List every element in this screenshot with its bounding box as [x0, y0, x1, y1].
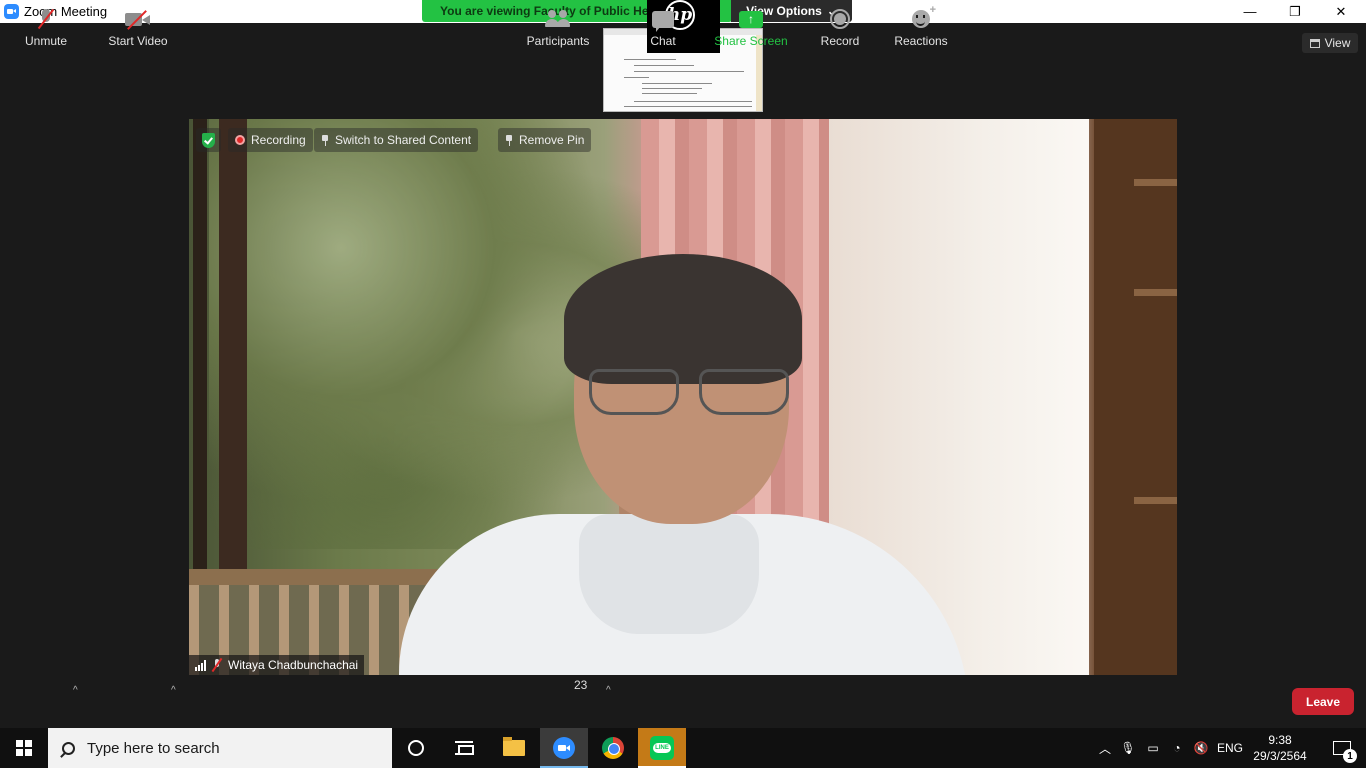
chrome-icon [602, 737, 624, 759]
clock-date: 29/3/2564 [1253, 749, 1307, 763]
chat-label: Chat [650, 34, 676, 48]
cortana-circle-icon [408, 740, 424, 756]
participant-name: Witaya Chadbunchachai [228, 658, 359, 672]
task-view-icon [455, 741, 474, 755]
chevron-up-icon: ︿ [1098, 741, 1111, 756]
show-hidden-icons-button[interactable]: ︿ [1094, 728, 1116, 768]
video-off-icon [125, 10, 151, 28]
audio-options-caret-icon[interactable]: ^ [73, 685, 78, 696]
remove-pin-button[interactable]: Remove Pin [498, 128, 592, 152]
pin-icon [321, 134, 329, 146]
recording-indicator[interactable]: Recording [228, 128, 313, 152]
recording-label: Recording [251, 133, 306, 147]
cortana-button[interactable] [392, 728, 440, 768]
notification-count: 1 [1343, 749, 1357, 763]
clock-time: 9:38 [1268, 733, 1292, 747]
close-button[interactable]: ✕ [1318, 0, 1364, 23]
switch-to-shared-content-button[interactable]: Switch to Shared Content [314, 128, 479, 152]
mic-muted-icon [212, 659, 222, 671]
chat-bubble-icon [652, 10, 674, 32]
meeting-toolbar [0, 676, 1366, 728]
record-icon [830, 9, 850, 29]
action-center-button[interactable]: 1 [1318, 728, 1366, 768]
participants-button[interactable]: Participants [522, 4, 594, 50]
zoom-logo-icon [4, 4, 19, 19]
zoom-app[interactable] [540, 728, 588, 768]
video-options-caret-icon[interactable]: ^ [171, 685, 176, 696]
pin-icon [505, 134, 513, 146]
volume-muted-icon[interactable]: 🔇 [1190, 728, 1212, 768]
zoom-app-icon [553, 737, 575, 759]
task-view-button[interactable] [440, 728, 488, 768]
encryption-shield[interactable] [196, 128, 221, 152]
search-icon [62, 741, 75, 755]
remove-pin-label: Remove Pin [519, 133, 585, 147]
view-layout-button[interactable]: View [1302, 33, 1358, 53]
glasses [589, 369, 679, 415]
windows-logo-icon [16, 740, 32, 756]
start-video-button[interactable]: Start Video [104, 4, 172, 50]
gallery-view-icon [1309, 38, 1320, 48]
file-explorer-app[interactable] [490, 728, 538, 768]
recording-dot-icon [235, 135, 245, 145]
microphone-muted-icon [39, 9, 53, 29]
share-screen-button[interactable]: ↑ Share Screen [712, 4, 790, 50]
switch-label: Switch to Shared Content [335, 133, 472, 147]
taskbar-search-box[interactable]: Type here to search [48, 728, 392, 768]
leave-button[interactable]: Leave [1292, 688, 1354, 715]
record-label: Record [820, 34, 860, 48]
unmute-button[interactable]: Unmute [18, 4, 74, 50]
active-speaker-video [189, 119, 1177, 675]
signal-strength-icon [195, 659, 206, 671]
line-app[interactable]: LINE [638, 728, 686, 768]
zoom-window: Zoom Meeting — ❐ ✕ You are viewing Facul… [0, 0, 1366, 768]
chrome-app[interactable] [589, 728, 637, 768]
share-screen-label: Share Screen [714, 34, 788, 48]
taskbar-clock[interactable]: 9:38 29/3/2564 [1248, 732, 1312, 764]
shield-icon [202, 132, 215, 148]
folder-icon [503, 737, 525, 756]
notification-icon: 1 [1333, 741, 1357, 763]
participant-name-tag: Witaya Chadbunchachai [189, 655, 365, 675]
reactions-button[interactable]: + Reactions [892, 4, 950, 50]
input-language[interactable]: ENG [1214, 728, 1246, 768]
participants-label: Participants [526, 34, 590, 48]
minimize-button[interactable]: — [1227, 0, 1273, 23]
smiley-reaction-icon: + [912, 4, 936, 28]
chat-button[interactable]: Chat [640, 4, 686, 50]
line-app-icon: LINE [650, 736, 674, 760]
battery-icon[interactable]: ▭ [1142, 728, 1164, 768]
restore-button[interactable]: ❐ [1272, 0, 1318, 23]
share-screen-arrow-icon: ↑ [739, 10, 763, 28]
participants-options-caret-icon[interactable]: ^ [606, 685, 611, 696]
wifi-icon[interactable]: ◔ [1166, 728, 1188, 768]
microphone-tray-icon[interactable]: 🎙 [1118, 728, 1138, 768]
record-button[interactable]: Record [816, 4, 864, 50]
start-button[interactable] [0, 728, 48, 768]
view-layout-label: View [1324, 36, 1351, 50]
start-video-label: Start Video [108, 34, 168, 48]
search-placeholder: Type here to search [87, 739, 220, 757]
unmute-label: Unmute [24, 34, 68, 48]
participants-icon [545, 10, 571, 28]
windows-taskbar: Type here to search LINE ︿ 🎙 ▭ ◔ 🔇 ENG 9… [0, 728, 1366, 768]
participants-count: 23 [574, 678, 588, 692]
reactions-label: Reactions [894, 34, 948, 48]
